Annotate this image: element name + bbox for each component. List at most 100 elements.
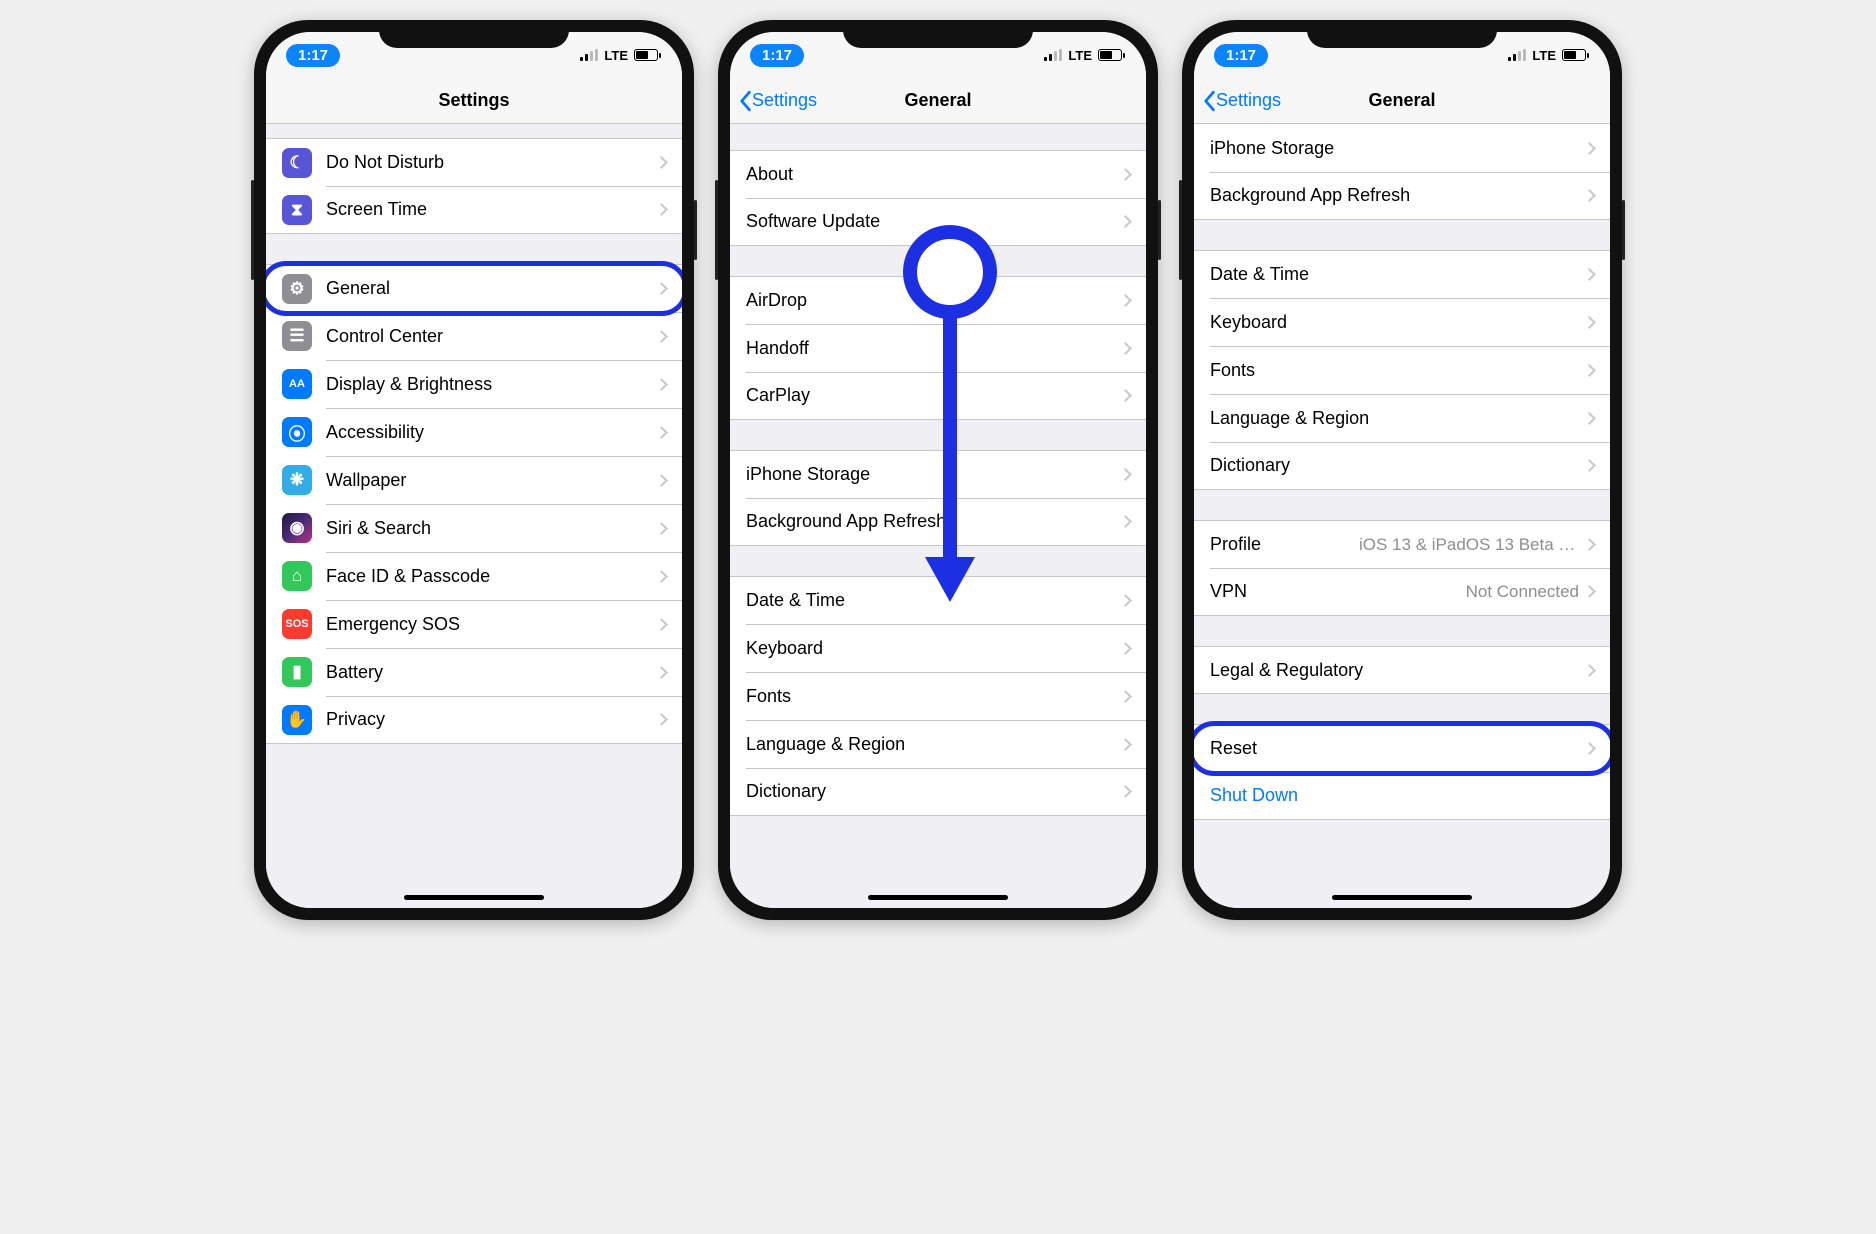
row-shut-down[interactable]: Shut Down xyxy=(1194,772,1610,820)
row-display-brightness[interactable]: AADisplay & Brightness xyxy=(266,360,682,408)
row-software-update[interactable]: Software Update xyxy=(730,198,1146,246)
row-about[interactable]: About xyxy=(730,150,1146,198)
chevron-right-icon xyxy=(655,618,668,631)
cell-label: Control Center xyxy=(326,326,657,347)
chevron-right-icon xyxy=(655,713,668,726)
row-date-time[interactable]: Date & Time xyxy=(730,576,1146,624)
status-time: 1:17 xyxy=(750,44,804,67)
general-list-scrolled[interactable]: iPhone Storage Background App Refresh Date… xyxy=(1194,124,1610,908)
cell-label: Language & Region xyxy=(1210,408,1585,429)
row-iphone-storage[interactable]: iPhone Storage xyxy=(730,450,1146,498)
home-indicator[interactable] xyxy=(868,895,1008,900)
row-dictionary[interactable]: Dictionary xyxy=(1194,442,1610,490)
home-indicator[interactable] xyxy=(1332,895,1472,900)
chevron-right-icon xyxy=(1583,459,1596,472)
row-wallpaper[interactable]: ❋Wallpaper xyxy=(266,456,682,504)
cell-label: Do Not Disturb xyxy=(326,152,657,173)
row-keyboard[interactable]: Keyboard xyxy=(730,624,1146,672)
cell-value: iOS 13 & iPadOS 13 Beta Softwar... xyxy=(1359,535,1579,555)
chevron-right-icon xyxy=(1119,594,1132,607)
chevron-right-icon xyxy=(1583,664,1596,677)
phone-frame-2: 1:17 LTE Settings General AboutSoftware … xyxy=(718,20,1158,920)
row-general[interactable]: ⚙ General xyxy=(266,264,682,312)
row-legal-regulatory[interactable]: Legal & Regulatory xyxy=(1194,646,1610,694)
row-language-region[interactable]: Language & Region xyxy=(730,720,1146,768)
cell-label: Dictionary xyxy=(1210,455,1585,476)
row-reset[interactable]: Reset xyxy=(1194,724,1610,772)
row-iphone-storage[interactable]: iPhone Storage xyxy=(1194,124,1610,172)
row-date-time[interactable]: Date & Time xyxy=(1194,250,1610,298)
row-airdrop[interactable]: AirDrop xyxy=(730,276,1146,324)
row-control-center[interactable]: ☰Control Center xyxy=(266,312,682,360)
chevron-right-icon xyxy=(1583,316,1596,329)
row-language-region[interactable]: Language & Region xyxy=(1194,394,1610,442)
row-background-app-refresh[interactable]: Background App Refresh xyxy=(730,498,1146,546)
signal-bars-icon xyxy=(1508,49,1526,61)
cell-label: Siri & Search xyxy=(326,518,657,539)
cell-label: iPhone Storage xyxy=(746,464,1121,485)
cell-label: Language & Region xyxy=(746,734,1121,755)
cell-label: AirDrop xyxy=(746,290,1121,311)
chevron-right-icon xyxy=(1119,690,1132,703)
general-list[interactable]: About Software Update AirDrop HandoffCarPla… xyxy=(730,124,1146,908)
chevron-right-icon xyxy=(655,426,668,439)
privacy-icon: ✋ xyxy=(282,705,312,735)
cell-label: About xyxy=(746,164,1121,185)
chevron-right-icon xyxy=(1119,342,1132,355)
network-label: LTE xyxy=(1068,48,1092,63)
row-siri-search[interactable]: ◉Siri & Search xyxy=(266,504,682,552)
cell-label: VPN xyxy=(1210,581,1466,602)
chevron-right-icon xyxy=(1583,268,1596,281)
row-privacy[interactable]: ✋Privacy xyxy=(266,696,682,744)
chevron-right-icon xyxy=(1119,468,1132,481)
cell-label: Shut Down xyxy=(1210,785,1594,806)
row-emergency-sos[interactable]: SOSEmergency SOS xyxy=(266,600,682,648)
chevron-right-icon xyxy=(1583,364,1596,377)
cell-label: Accessibility xyxy=(326,422,657,443)
settings-list[interactable]: ☾Do Not Disturb⧗Screen Time ⚙ General ☰Cont… xyxy=(266,124,682,908)
cell-label: Fonts xyxy=(1210,360,1585,381)
back-button[interactable]: Settings xyxy=(730,90,817,112)
row-battery[interactable]: ▮Battery xyxy=(266,648,682,696)
row-vpn[interactable]: VPNNot Connected xyxy=(1194,568,1610,616)
row-dictionary[interactable]: Dictionary xyxy=(730,768,1146,816)
cell-label: Background App Refresh xyxy=(1210,185,1585,206)
aa-icon: AA xyxy=(282,369,312,399)
cell-label: Keyboard xyxy=(1210,312,1585,333)
signal-bars-icon xyxy=(1044,49,1062,61)
battery-icon xyxy=(1098,49,1122,61)
chevron-right-icon xyxy=(1119,515,1132,528)
signal-bars-icon xyxy=(580,49,598,61)
row-background-app-refresh[interactable]: Background App Refresh xyxy=(1194,172,1610,220)
status-right: LTE xyxy=(1044,48,1122,63)
cell-label: iPhone Storage xyxy=(1210,138,1585,159)
cell-label: Background App Refresh xyxy=(746,511,1121,532)
row-face-id-passcode[interactable]: ⌂Face ID & Passcode xyxy=(266,552,682,600)
cell-label: Date & Time xyxy=(1210,264,1585,285)
row-profile[interactable]: ProfileiOS 13 & iPadOS 13 Beta Softwar..… xyxy=(1194,520,1610,568)
cell-label: Date & Time xyxy=(746,590,1121,611)
row-fonts[interactable]: Fonts xyxy=(1194,346,1610,394)
row-screen-time[interactable]: ⧗Screen Time xyxy=(266,186,682,234)
row-accessibility[interactable]: ⦿Accessibility xyxy=(266,408,682,456)
notch xyxy=(379,20,569,48)
row-do-not-disturb[interactable]: ☾Do Not Disturb xyxy=(266,138,682,186)
network-label: LTE xyxy=(604,48,628,63)
row-keyboard[interactable]: Keyboard xyxy=(1194,298,1610,346)
row-carplay[interactable]: CarPlay xyxy=(730,372,1146,420)
back-button[interactable]: Settings xyxy=(1194,90,1281,112)
chevron-left-icon xyxy=(738,90,752,112)
cell-label: General xyxy=(326,278,657,299)
chevron-right-icon xyxy=(655,666,668,679)
chevron-right-icon xyxy=(1119,168,1132,181)
sos-icon: SOS xyxy=(282,609,312,639)
home-indicator[interactable] xyxy=(404,895,544,900)
hourglass-icon: ⧗ xyxy=(282,195,312,225)
chevron-right-icon xyxy=(655,203,668,216)
notch xyxy=(1307,20,1497,48)
chevron-right-icon xyxy=(1583,142,1596,155)
status-right: LTE xyxy=(580,48,658,63)
row-handoff[interactable]: Handoff xyxy=(730,324,1146,372)
row-fonts[interactable]: Fonts xyxy=(730,672,1146,720)
gear-icon: ⚙ xyxy=(282,274,312,304)
